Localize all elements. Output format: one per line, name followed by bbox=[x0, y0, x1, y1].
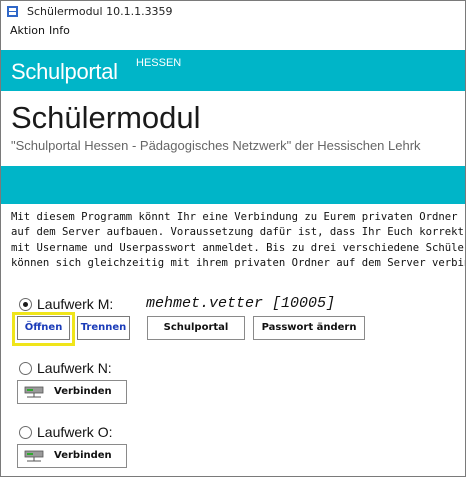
window-title: Schülermodul 10.1.1.3359 bbox=[27, 5, 173, 18]
accent-bar bbox=[1, 166, 465, 204]
connect-o-button[interactable]: Verbinden bbox=[17, 444, 127, 468]
menu-item-aktion[interactable]: Aktion bbox=[10, 24, 45, 37]
disconnect-button[interactable]: Trennen bbox=[77, 316, 130, 340]
drive-n-radio[interactable] bbox=[19, 362, 32, 375]
portal-brand: Schulportal bbox=[11, 59, 118, 84]
drive-n-label: Laufwerk N: bbox=[37, 360, 112, 376]
network-drive-icon bbox=[24, 386, 44, 398]
page-title: Schülermodul bbox=[11, 100, 201, 135]
drive-o-label: Laufwerk O: bbox=[37, 424, 113, 440]
connect-n-button[interactable]: Verbinden bbox=[17, 380, 127, 404]
change-password-button[interactable]: Passwort ändern bbox=[253, 316, 365, 340]
open-button[interactable]: Öffnen bbox=[17, 316, 70, 340]
menu-bar: Aktion Info bbox=[1, 21, 465, 40]
network-drive-icon bbox=[24, 450, 44, 462]
connect-o-label: Verbinden bbox=[54, 450, 112, 461]
title-bar[interactable]: Schülermodul 10.1.1.3359 bbox=[1, 1, 465, 21]
connect-n-label: Verbinden bbox=[54, 386, 112, 397]
portal-banner: Schulportal HESSEN bbox=[1, 50, 465, 91]
drive-m-label: Laufwerk M: bbox=[37, 296, 114, 312]
app-icon bbox=[7, 6, 18, 17]
logged-in-user: mehmet.vetter [10005] bbox=[146, 295, 336, 312]
schulportal-button[interactable]: Schulportal bbox=[147, 316, 245, 340]
menu-item-info[interactable]: Info bbox=[49, 24, 70, 37]
page-subtitle: "Schulportal Hessen - Pädagogisches Netz… bbox=[11, 138, 421, 153]
intro-text: Mit diesem Programm könnt Ihr eine Verbi… bbox=[11, 211, 466, 269]
drive-m-radio[interactable] bbox=[19, 298, 32, 311]
drive-o-radio[interactable] bbox=[19, 426, 32, 439]
portal-region: HESSEN bbox=[136, 57, 182, 69]
app-window: Schülermodul 10.1.1.3359 Aktion Info Sch… bbox=[0, 0, 466, 477]
